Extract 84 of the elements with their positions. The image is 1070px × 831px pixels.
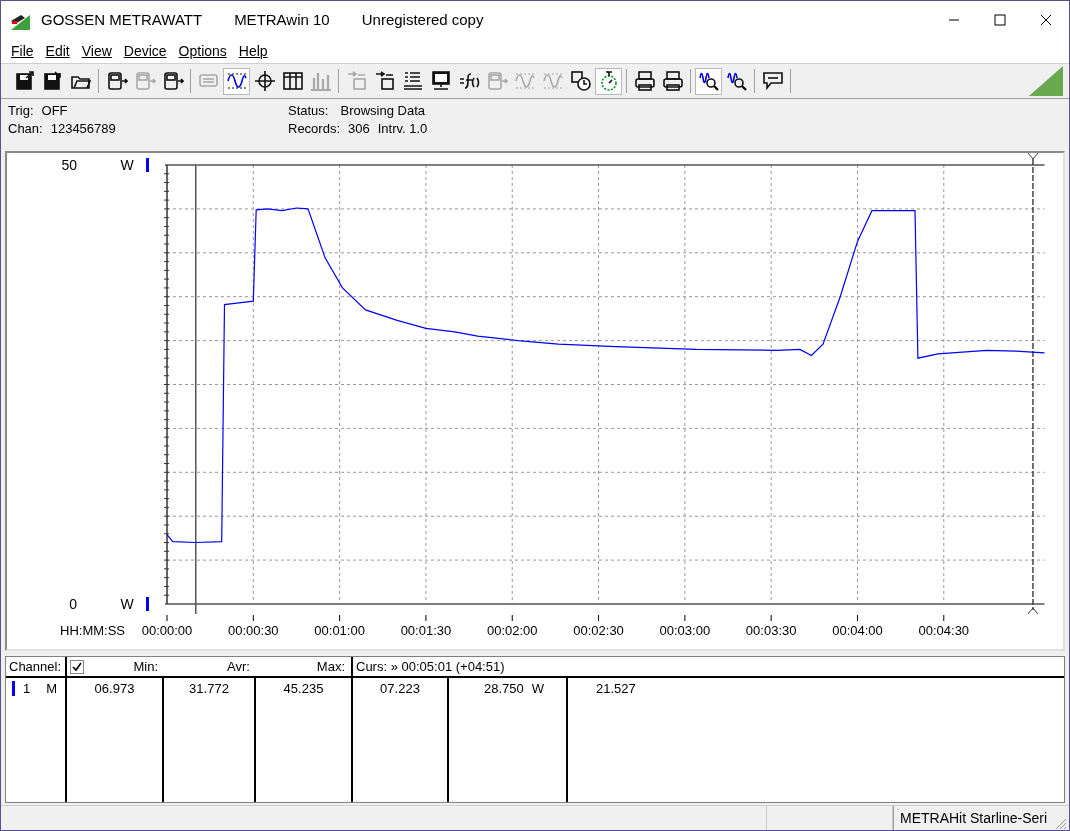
toolbar-button[interactable] xyxy=(595,67,622,95)
info-label: Status: xyxy=(288,103,329,118)
table-cell: 06.973 xyxy=(94,681,135,696)
function-icon xyxy=(457,70,480,92)
menu-item[interactable]: File xyxy=(5,40,40,61)
x-axis-label: 00:03:30 xyxy=(745,623,797,638)
info-value: 306 xyxy=(348,121,370,136)
cursor-line[interactable] xyxy=(1027,153,1039,615)
table-icon xyxy=(281,70,304,92)
channel-marker xyxy=(146,158,149,172)
x-axis-label: 00:04:00 xyxy=(832,623,883,638)
printer-icon xyxy=(661,70,684,92)
column-header: Curs: » 00:05:01 (+04:51) xyxy=(356,659,505,674)
resize-grip-icon xyxy=(1053,816,1067,830)
table-cell: M xyxy=(46,681,58,696)
sine-wave-icon xyxy=(225,70,248,92)
column-header: Avr: xyxy=(227,659,250,674)
maximize-icon xyxy=(994,13,1006,26)
info-label: Chan: xyxy=(8,121,43,136)
sine-wave-icon xyxy=(513,70,536,92)
x-axis-label: 00:00:30 xyxy=(228,623,279,638)
x-axis-label: 00:02:30 xyxy=(573,623,624,638)
table-cell: 31.772 xyxy=(189,681,229,696)
x-axis-label: 00:02:00 xyxy=(486,623,538,638)
table-cell: 1 xyxy=(23,681,31,696)
meter-icon xyxy=(161,70,184,92)
cursor-line[interactable] xyxy=(195,164,197,615)
info-value: OFF xyxy=(41,103,68,118)
column-header: Channel: xyxy=(9,659,62,674)
column-header: Max: xyxy=(316,659,345,674)
transfer-icon xyxy=(345,70,368,92)
window-title: METRAwin 10 xyxy=(234,11,330,28)
y-axis-unit: W xyxy=(120,157,134,173)
sine-wave-icon xyxy=(541,70,564,92)
info-value: Browsing Data xyxy=(340,103,425,118)
info-value: Intrv. 1.0 xyxy=(377,121,428,136)
monitor-icon xyxy=(429,70,452,92)
menu-item[interactable]: Help xyxy=(232,40,274,61)
y-axis-label: 0 xyxy=(69,596,77,612)
toolbar-button[interactable] xyxy=(223,67,250,95)
list-icon xyxy=(401,70,424,92)
floppy-disk-icon xyxy=(41,70,64,92)
menu-item[interactable]: Device xyxy=(117,40,173,61)
window-title: Unregistered copy xyxy=(361,11,484,28)
table-cell: 28.750 xyxy=(483,681,524,696)
menu-item[interactable]: View xyxy=(75,40,118,61)
y-axis-unit: W xyxy=(120,596,134,612)
transfer-icon xyxy=(373,70,396,92)
magnifier-icon xyxy=(725,70,748,92)
meter-icon xyxy=(133,70,156,92)
x-axis-label: 00:04:30 xyxy=(918,623,970,638)
floppy-disk-icon xyxy=(13,70,36,92)
unit-label: W xyxy=(531,681,544,696)
window-title: GOSSEN METRAWATT xyxy=(41,11,203,28)
x-axis-label: 00:01:30 xyxy=(400,623,452,638)
clock-icon xyxy=(569,70,592,92)
x-axis-label: 00:03:00 xyxy=(659,623,711,638)
x-axis-label: 00:00:00 xyxy=(141,623,193,638)
bar-chart-icon xyxy=(309,70,332,92)
info-label: Records: xyxy=(288,121,341,136)
table-cell: 45.235 xyxy=(283,681,324,696)
x-axis-title: HH:MM:SS xyxy=(60,623,125,638)
checkmark-icon xyxy=(72,661,82,672)
menu-item[interactable]: Edit xyxy=(39,40,76,61)
close-icon xyxy=(1040,13,1052,26)
checkbox[interactable] xyxy=(70,659,84,674)
meter-icon xyxy=(485,70,508,92)
triangle-logo-icon xyxy=(1029,66,1063,96)
magnifier-icon xyxy=(697,70,720,92)
speech-bubble-icon xyxy=(761,70,784,92)
info-value: 123456789 xyxy=(50,121,116,136)
info-label: Trig: xyxy=(8,103,34,118)
table-cell: 21.527 xyxy=(596,681,636,696)
crosshair-icon xyxy=(253,70,276,92)
table-cell: 07.223 xyxy=(380,681,420,696)
x-axis-label: 00:01:00 xyxy=(314,623,365,638)
column-header: Min: xyxy=(133,659,158,674)
channel-marker xyxy=(146,597,149,611)
menu-item[interactable]: Options xyxy=(172,40,233,61)
toolbar-button[interactable] xyxy=(695,67,722,95)
y-axis-label: 50 xyxy=(61,157,77,173)
meter-icon xyxy=(105,70,128,92)
printer-icon xyxy=(633,70,656,92)
device-name: METRAHit Starline-Seri xyxy=(900,810,1048,826)
